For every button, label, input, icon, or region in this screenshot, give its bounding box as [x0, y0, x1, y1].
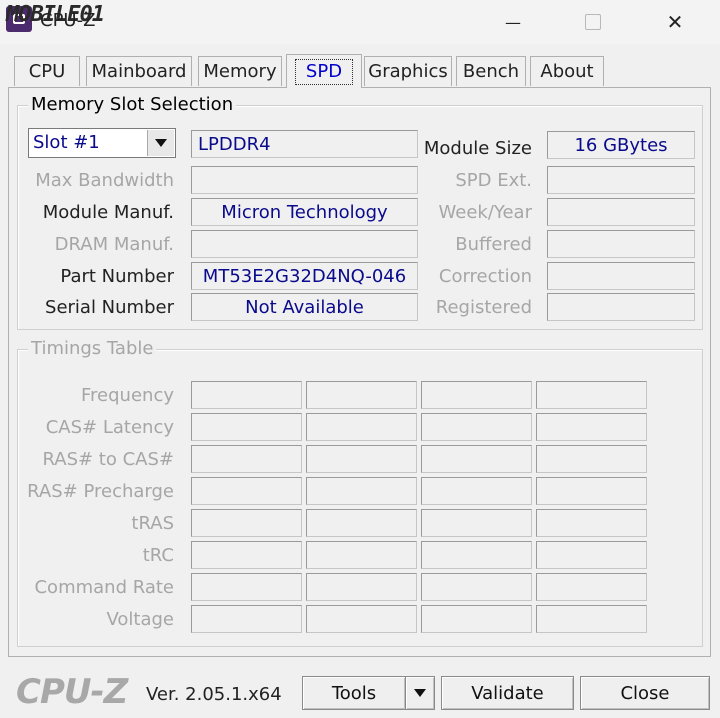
timing-cell	[421, 573, 532, 601]
serial-number-field: Not Available	[191, 293, 418, 321]
timing-row-label: Command Rate	[34, 577, 174, 598]
timing-cell	[306, 477, 417, 505]
validate-button[interactable]: Validate	[441, 676, 574, 710]
correction-label: Correction	[438, 266, 532, 287]
timing-cell	[191, 573, 302, 601]
minimize-icon: —	[505, 12, 521, 32]
close-icon: ✕	[666, 10, 684, 34]
tab-cpu[interactable]: CPU	[14, 56, 80, 86]
correction-field	[547, 262, 695, 290]
part-number-field: MT53E2G32D4NQ-046	[191, 262, 418, 290]
dram-manuf-label: DRAM Manuf.	[54, 234, 174, 255]
window-title: CPU-Z	[40, 10, 96, 31]
module-manuf-field: Micron Technology	[191, 198, 418, 226]
max-bandwidth-label: Max Bandwidth	[35, 170, 174, 191]
tab-spd[interactable]: SPD	[286, 54, 362, 88]
timing-cell	[536, 445, 647, 473]
registered-label: Registered	[435, 297, 532, 318]
tools-button[interactable]: Tools	[302, 676, 406, 710]
close-button-label: Close	[620, 682, 670, 704]
max-bandwidth-field	[191, 166, 418, 194]
timing-cell	[306, 445, 417, 473]
memory-slot-selection-title: Memory Slot Selection	[28, 94, 237, 115]
tools-dropdown-button[interactable]	[405, 676, 435, 710]
timing-cell	[536, 541, 647, 569]
timing-row-label: RAS# Precharge	[27, 481, 174, 502]
module-size-label: Module Size	[423, 138, 532, 159]
timing-cell	[421, 509, 532, 537]
timing-cell	[191, 541, 302, 569]
timing-cell	[306, 413, 417, 441]
title-bar: MOBILE01 CPU-Z — ✕	[0, 0, 720, 44]
timing-cell	[421, 605, 532, 633]
slot-select-value: Slot #1	[33, 132, 100, 153]
module-manuf-label: Module Manuf.	[42, 202, 174, 223]
timing-cell	[191, 509, 302, 537]
close-button[interactable]: Close	[580, 676, 710, 710]
timing-row-label: tRAS	[131, 513, 174, 534]
timing-cell	[306, 509, 417, 537]
chevron-down-icon[interactable]	[147, 130, 174, 156]
timing-cell	[536, 605, 647, 633]
timing-cell	[306, 605, 417, 633]
timing-cell	[306, 573, 417, 601]
timing-cell	[536, 477, 647, 505]
tab-memory[interactable]: Memory	[198, 56, 282, 86]
tab-mainboard[interactable]: Mainboard	[86, 56, 192, 86]
timing-cell	[191, 605, 302, 633]
tab-graphics[interactable]: Graphics	[364, 56, 452, 86]
buffered-field	[547, 230, 695, 258]
tab-about[interactable]: About	[530, 56, 604, 86]
timing-cell	[536, 381, 647, 409]
week-year-label: Week/Year	[438, 202, 533, 223]
timing-cell	[536, 413, 647, 441]
tab-bench[interactable]: Bench	[456, 56, 526, 86]
timing-cell	[191, 413, 302, 441]
timing-cell	[536, 509, 647, 537]
spd-ext-field	[547, 166, 695, 194]
timing-cell	[421, 381, 532, 409]
serial-number-label: Serial Number	[45, 297, 174, 318]
footer-logo: CPU-Z	[16, 672, 128, 712]
part-number-label: Part Number	[60, 266, 174, 287]
validate-button-label: Validate	[471, 682, 544, 704]
module-size-field: 16 GBytes	[547, 131, 695, 159]
timing-cell	[421, 413, 532, 441]
timing-cell	[191, 445, 302, 473]
minimize-button[interactable]: —	[490, 0, 536, 44]
timing-cell	[191, 477, 302, 505]
memory-type-field: LPDDR4	[191, 130, 418, 158]
slot-select[interactable]: Slot #1	[28, 128, 176, 158]
version-text: Ver. 2.05.1.x64	[146, 684, 282, 705]
maximize-button[interactable]	[570, 0, 616, 44]
week-year-field	[547, 198, 695, 226]
timing-row-label: CAS# Latency	[45, 417, 174, 438]
registered-field	[547, 293, 695, 321]
timing-cell	[536, 573, 647, 601]
spd-ext-label: SPD Ext.	[455, 170, 532, 191]
close-window-button[interactable]: ✕	[652, 0, 698, 44]
timing-row-label: tRC	[142, 545, 174, 566]
maximize-icon	[585, 14, 601, 30]
tools-button-label: Tools	[331, 682, 377, 704]
timing-row-label: Voltage	[106, 609, 174, 630]
buffered-label: Buffered	[455, 234, 532, 255]
chevron-down-icon	[414, 689, 426, 697]
timing-cell	[306, 381, 417, 409]
timing-cell	[191, 381, 302, 409]
timing-cell	[306, 541, 417, 569]
dram-manuf-field	[191, 230, 418, 258]
timing-row-label: RAS# to CAS#	[42, 449, 174, 470]
timing-cell	[421, 445, 532, 473]
timing-row-label: Frequency	[81, 385, 174, 406]
timing-cell	[421, 541, 532, 569]
timing-cell	[421, 477, 532, 505]
timings-table-title: Timings Table	[28, 338, 157, 359]
